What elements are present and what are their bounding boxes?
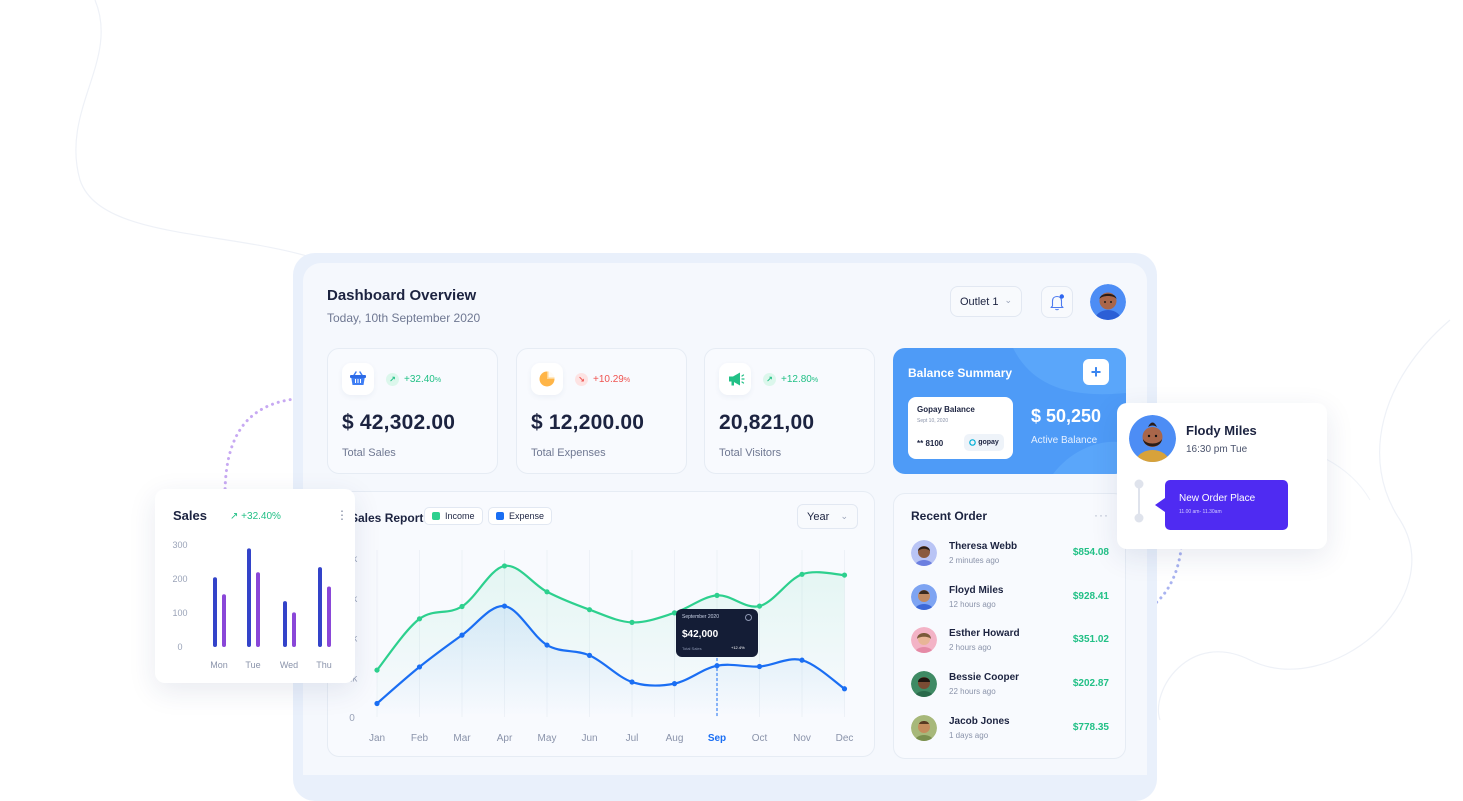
notification-time: 11.00 am- 11.30am: [1179, 509, 1222, 515]
new-order-notification[interactable]: New Order Place 11.00 am- 11.30am: [1165, 480, 1288, 530]
notification-title: New Order Place: [1179, 493, 1256, 504]
notification-pointer: [1155, 498, 1165, 512]
